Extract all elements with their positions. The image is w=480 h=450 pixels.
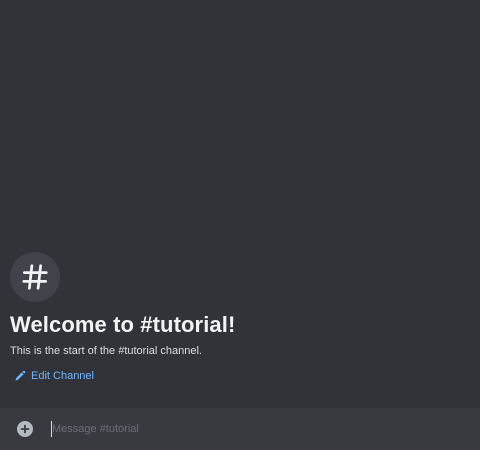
edit-channel-link[interactable]: Edit Channel — [14, 368, 94, 384]
plus-circle-icon[interactable] — [17, 421, 33, 437]
hashtag-icon — [10, 252, 60, 302]
welcome-subtitle: This is the start of the #tutorial chann… — [10, 345, 202, 357]
welcome-title: Welcome to #tutorial! — [10, 312, 236, 337]
channel-welcome: Welcome to #tutorial! This is the start … — [10, 252, 470, 387]
pencil-icon — [14, 370, 26, 382]
chat-area: Welcome to #tutorial! This is the start … — [0, 0, 480, 450]
message-input[interactable] — [52, 419, 452, 439]
edit-channel-label: Edit Channel — [31, 370, 94, 382]
message-composer — [0, 408, 480, 450]
